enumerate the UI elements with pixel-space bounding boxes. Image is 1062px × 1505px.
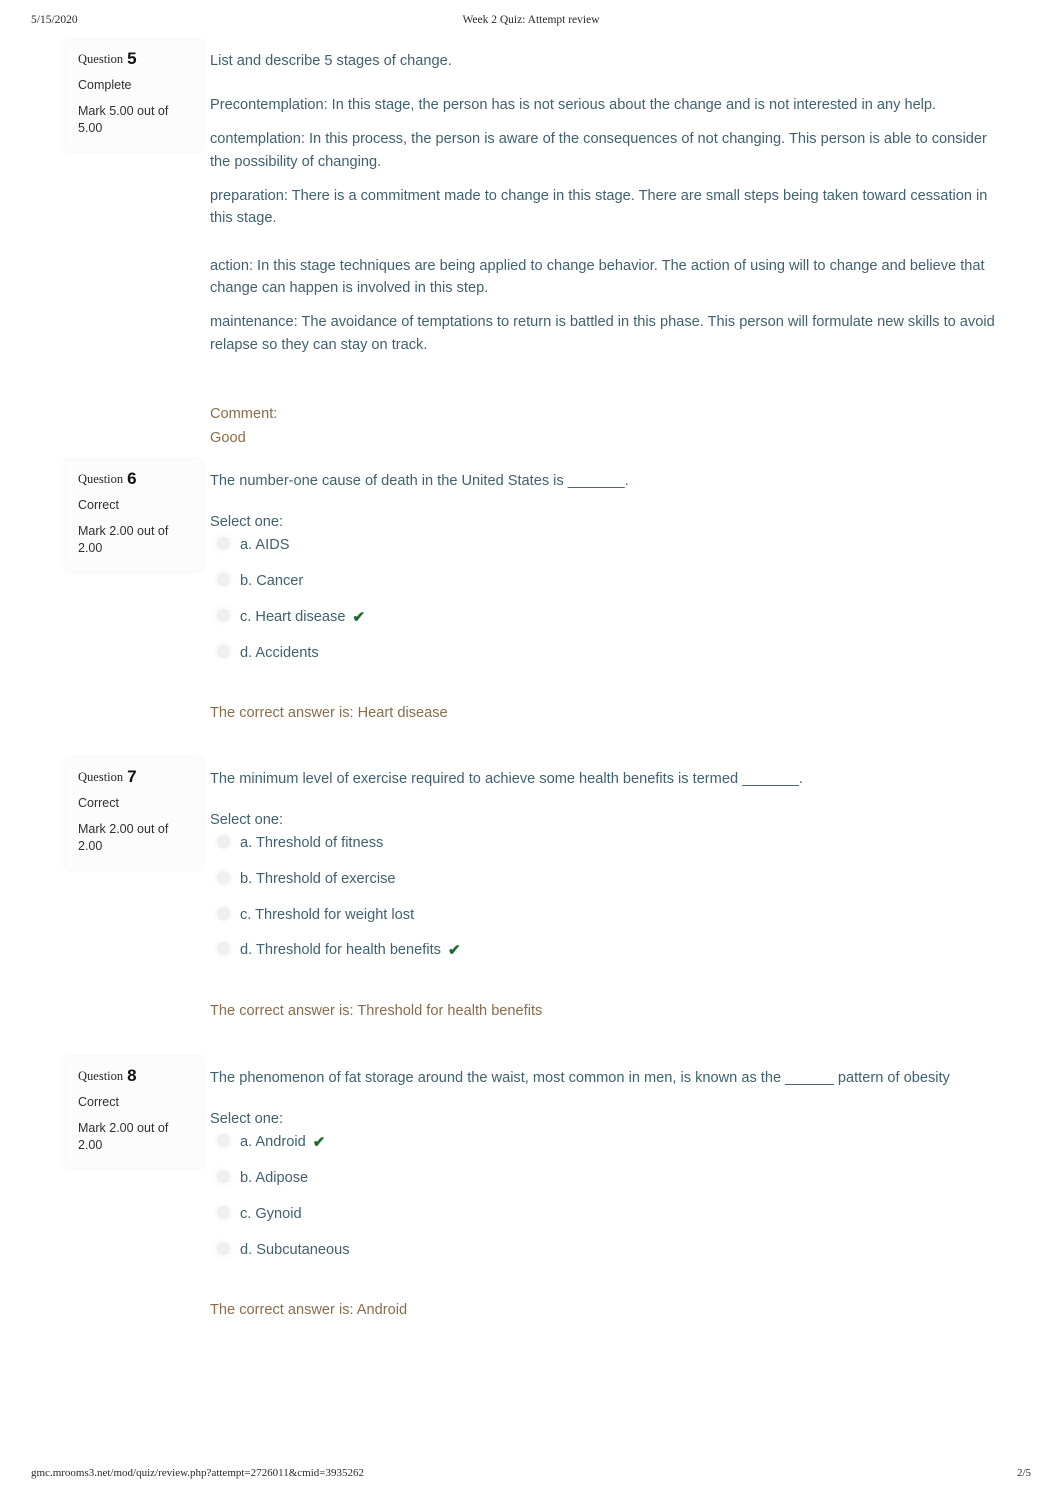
correct-check-icon: ✔ [352, 608, 366, 626]
question-number-line-8: Question 8 [78, 1067, 190, 1085]
radio-button-icon[interactable] [217, 608, 230, 622]
answer-option[interactable]: a. Threshold of fitness [210, 834, 1000, 854]
question-number-line-5: Question 5 [78, 50, 190, 68]
print-footer-page-number: 2/5 [1016, 1467, 1031, 1479]
question-mark-7: Mark 2.00 out of 2.00 [78, 821, 169, 853]
answer-options-7: a. Threshold of fitness b. Threshold of … [210, 834, 1000, 961]
answer-option-label: d. Threshold for health benefits [240, 942, 441, 959]
answer-option-label: d. Subcutaneous [240, 1241, 350, 1258]
question-block-5: Question 5 Complete Mark 5.00 out of 5.00… [0, 40, 1062, 460]
question-number: 8 [127, 1066, 137, 1085]
question-state-7: Correct [78, 795, 119, 810]
question-info-box-8: Question 8 Correct Mark 2.00 out of 2.00 [66, 1057, 202, 1168]
print-footer: gmc.mrooms3.net/mod/quiz/review.php?atte… [0, 1467, 1062, 1487]
answer-option-label: d. Accidents [240, 644, 319, 661]
answer-option-label: a. AIDS [240, 537, 290, 554]
print-header-title: Week 2 Quiz: Attempt review [462, 14, 600, 26]
question-number: 5 [127, 49, 137, 68]
essay-paragraph: Precontemplation: In this stage, the per… [210, 97, 937, 114]
question-word-label: Question [78, 52, 124, 66]
answer-option-label: a. Android [240, 1134, 306, 1151]
answer-option-selected[interactable]: c. Heart disease ✔ [210, 608, 1000, 628]
question-word-label: Question [78, 1069, 124, 1083]
answer-option-label: b. Threshold of exercise [240, 870, 396, 887]
answer-option[interactable]: a. AIDS [210, 536, 1000, 556]
question-word-label: Question [78, 472, 124, 486]
answer-option-selected[interactable]: d. Threshold for health benefits ✔ [210, 941, 1000, 961]
question-mark-8: Mark 2.00 out of 2.00 [78, 1120, 169, 1152]
answer-option[interactable]: c. Threshold for weight lost [210, 906, 1000, 926]
answer-option[interactable]: b. Adipose [210, 1169, 1000, 1189]
answer-option[interactable]: d. Subcutaneous [210, 1241, 1000, 1261]
question-info-box-5: Question 5 Complete Mark 5.00 out of 5.00 [66, 40, 202, 151]
question-prompt-6: The number-one cause of death in the Uni… [210, 473, 629, 489]
radio-button-icon[interactable] [217, 870, 230, 884]
question-info-box-7: Question 7 Correct Mark 2.00 out of 2.00 [66, 758, 202, 869]
question-content-7: The minimum level of exercise required t… [210, 758, 1000, 1019]
answer-option-label: b. Cancer [240, 572, 304, 589]
answer-option-label: b. Adipose [240, 1170, 309, 1187]
question-number: 6 [127, 469, 137, 488]
essay-paragraph: action: In this stage techniques are bei… [210, 258, 985, 297]
answer-option[interactable]: c. Gynoid [210, 1205, 1000, 1225]
answer-option-label: c. Gynoid [240, 1206, 302, 1223]
radio-button-icon[interactable] [217, 1206, 230, 1220]
quiz-review-page: Question 5 Complete Mark 5.00 out of 5.00… [0, 40, 1062, 1355]
answer-option-label: c. Threshold for weight lost [240, 906, 415, 923]
radio-button-icon[interactable] [217, 1134, 230, 1148]
question-content-6: The number-one cause of death in the Uni… [210, 460, 1000, 721]
answer-option[interactable]: d. Accidents [210, 644, 1000, 664]
radio-button-icon[interactable] [217, 572, 230, 586]
answer-option-label: a. Threshold of fitness [240, 835, 384, 852]
question-content-8: The phenomenon of fat storage around the… [210, 1057, 1000, 1318]
answer-option[interactable]: b. Threshold of exercise [210, 870, 1000, 890]
grader-comment-5: Comment: Good [210, 404, 1000, 449]
correct-check-icon: ✔ [447, 942, 461, 960]
answer-option-selected[interactable]: a. Android ✔ [210, 1133, 1000, 1153]
answer-options-6: a. AIDS b. Cancer c. Heart disease ✔ d. A… [210, 536, 1000, 663]
answer-options-8: a. Android ✔ b. Adipose c. Gynoid d. Subc… [210, 1133, 1000, 1260]
question-mark-6: Mark 2.00 out of 2.00 [78, 523, 169, 555]
essay-answer-5: Precontemplation: In this stage, the per… [210, 94, 1000, 356]
essay-paragraph: maintenance: The avoidance of temptation… [210, 314, 995, 353]
print-header: 5/15/2020 Week 2 Quiz: Attempt review [0, 14, 1062, 34]
question-content-5: List and describe 5 stages of change. Pr… [210, 40, 1000, 449]
question-number-line-6: Question 6 [78, 470, 190, 488]
question-prompt-8: The phenomenon of fat storage around the… [210, 1070, 950, 1086]
radio-button-icon[interactable] [217, 942, 230, 956]
radio-button-icon[interactable] [217, 1241, 230, 1255]
select-one-label: Select one: [210, 1111, 284, 1128]
radio-button-icon[interactable] [217, 644, 230, 658]
correct-answer-text-8: The correct answer is: Android [210, 1302, 408, 1319]
question-state-5: Complete [78, 77, 132, 92]
answer-option-label: c. Heart disease [240, 608, 346, 625]
question-state-8: Correct [78, 1094, 119, 1109]
correct-check-icon: ✔ [312, 1134, 326, 1152]
select-one-label: Select one: [210, 812, 284, 829]
essay-paragraph: contemplation: In this process, the pers… [210, 131, 987, 170]
radio-button-icon[interactable] [217, 1170, 230, 1184]
question-number-line-7: Question 7 [78, 768, 190, 786]
question-mark-5: Mark 5.00 out of 5.00 [78, 103, 169, 135]
question-number: 7 [127, 767, 137, 786]
correct-answer-text-6: The correct answer is: Heart disease [210, 705, 448, 722]
question-prompt-5: List and describe 5 stages of change. [210, 53, 452, 69]
question-info-box-6: Question 6 Correct Mark 2.00 out of 2.00 [66, 460, 202, 571]
answer-option[interactable]: b. Cancer [210, 572, 1000, 592]
question-word-label: Question [78, 770, 124, 784]
comment-text: Good [210, 429, 246, 446]
question-block-6: Question 6 Correct Mark 2.00 out of 2.00 … [0, 460, 1062, 758]
question-block-7: Question 7 Correct Mark 2.00 out of 2.00 … [0, 758, 1062, 1057]
essay-paragraph: preparation: There is a commitment made … [210, 187, 988, 226]
comment-label: Comment: [210, 405, 278, 422]
radio-button-icon[interactable] [217, 537, 230, 551]
question-prompt-7: The minimum level of exercise required t… [210, 771, 803, 787]
question-block-8: Question 8 Correct Mark 2.00 out of 2.00 … [0, 1057, 1062, 1355]
radio-button-icon[interactable] [217, 835, 230, 849]
correct-answer-text-7: The correct answer is: Threshold for hea… [210, 1003, 543, 1020]
question-state-6: Correct [78, 497, 119, 512]
radio-button-icon[interactable] [217, 906, 230, 920]
select-one-label: Select one: [210, 514, 284, 531]
print-footer-url: gmc.mrooms3.net/mod/quiz/review.php?atte… [31, 1467, 364, 1479]
